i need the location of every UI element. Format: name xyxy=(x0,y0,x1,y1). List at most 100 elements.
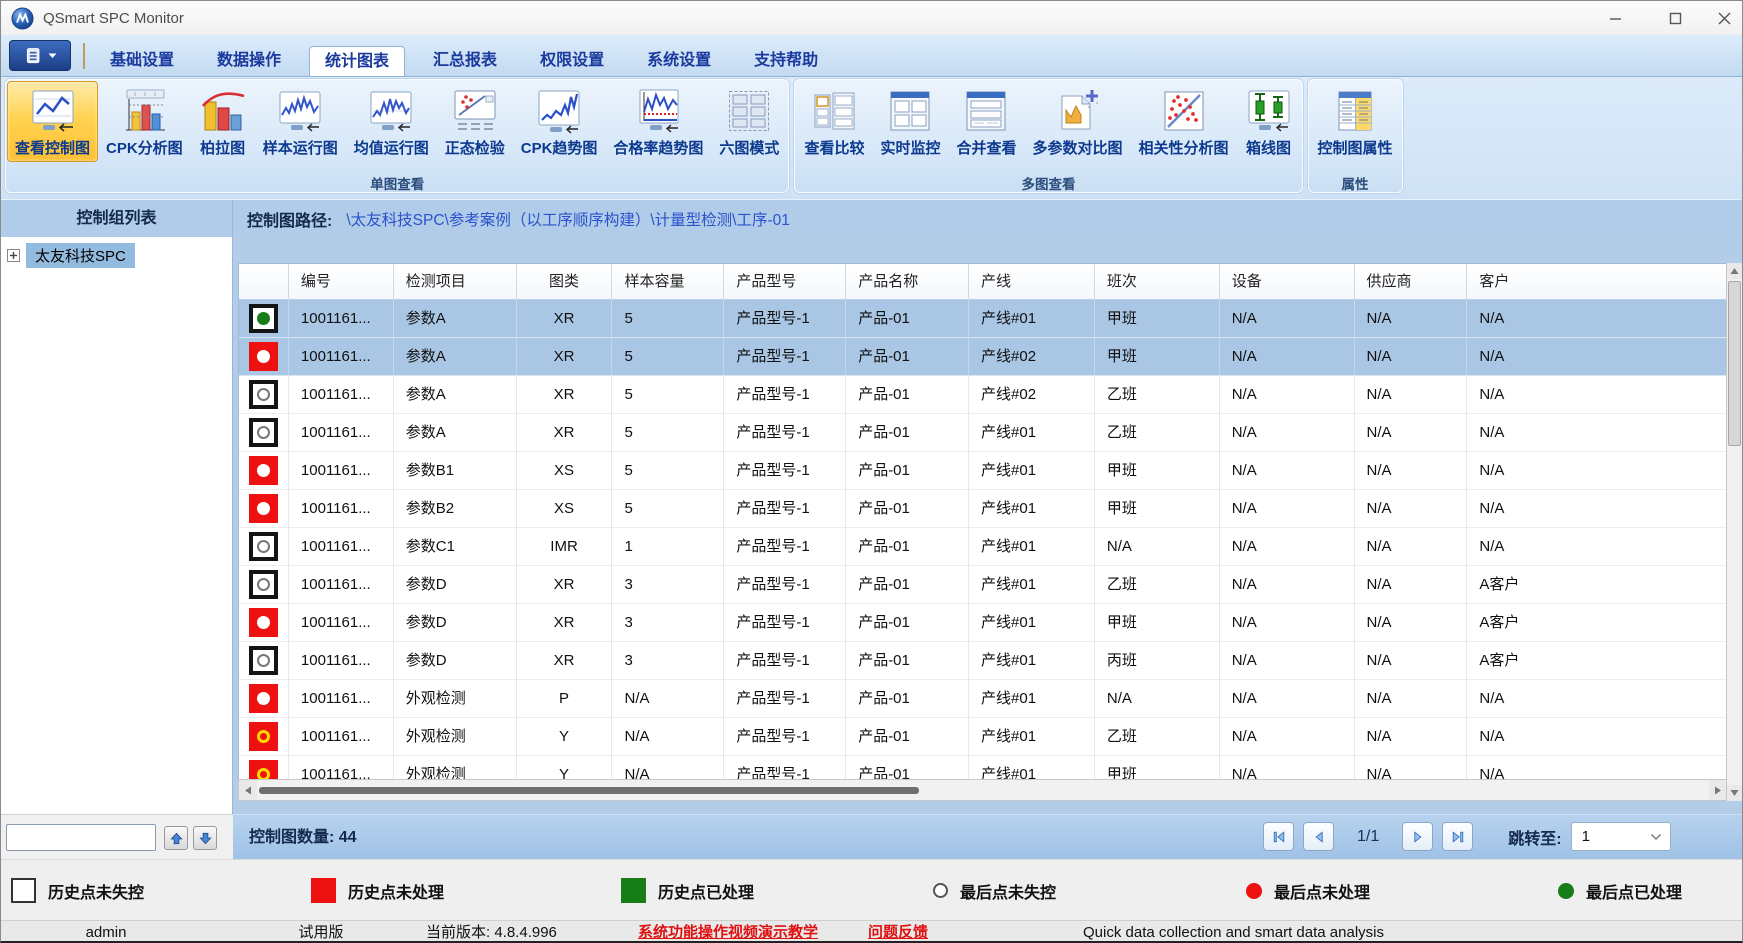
pager-bar: 控制图数量: 44 1/1 跳转至: 1 xyxy=(233,814,1742,859)
table-cell: 1001161... xyxy=(289,756,394,780)
table-cell: N/A xyxy=(1220,376,1355,414)
video-tutorial-link[interactable]: 系统功能操作视频演示教学 xyxy=(638,921,818,943)
column-header[interactable]: 编号 xyxy=(289,264,394,300)
scroll-up-icon[interactable] xyxy=(1727,263,1742,279)
sample-run-chart-icon xyxy=(276,87,324,135)
chart-table: 编号检测项目图类样本容量产品型号产品名称产线班次设备供应商客户 1001161.… xyxy=(238,263,1728,781)
tree-expand-icon[interactable] xyxy=(7,249,20,262)
tree-node-root[interactable]: 太友科技SPC xyxy=(1,237,232,268)
jump-page-select[interactable]: 1 xyxy=(1571,822,1671,851)
ribbon-button[interactable]: CPK分析图 xyxy=(98,81,191,162)
ribbon-button[interactable]: CPK趋势图 xyxy=(513,81,606,162)
table-row[interactable]: 1001161...参数B2XS5产品型号-1产品-01产线#01甲班N/AN/… xyxy=(239,490,1727,528)
minimize-button[interactable] xyxy=(1591,1,1639,35)
menu-tab[interactable]: 系统设置 xyxy=(632,46,726,76)
table-row[interactable]: 1001161...参数DXR3产品型号-1产品-01产线#01乙班N/AN/A… xyxy=(239,566,1727,604)
realtime-monitor-icon xyxy=(886,87,934,135)
table-row[interactable]: 1001161...外观检测YN/A产品型号-1产品-01产线#01甲班N/AN… xyxy=(239,756,1727,780)
column-header[interactable]: 班次 xyxy=(1095,264,1220,300)
table-cell: 3 xyxy=(612,642,724,680)
table-cell: 3 xyxy=(612,566,724,604)
table-row[interactable]: 1001161...外观检测YN/A产品型号-1产品-01产线#01乙班N/AN… xyxy=(239,718,1727,756)
ribbon-button[interactable]: 六图模式 xyxy=(711,81,787,162)
menu-tab[interactable]: 权限设置 xyxy=(525,46,619,76)
scroll-down-icon[interactable] xyxy=(1727,785,1742,801)
table-row[interactable]: 1001161...参数C1IMR1产品型号-1产品-01产线#01N/AN/A… xyxy=(239,528,1727,566)
ribbon-button[interactable]: 相关性分析图 xyxy=(1131,81,1237,162)
ribbon-button[interactable]: 正态检验 xyxy=(437,81,513,162)
table-cell: 外观检测 xyxy=(394,680,517,718)
ribbon-button[interactable]: 柏拉图 xyxy=(191,81,255,162)
column-header[interactable]: 样本容量 xyxy=(612,264,724,300)
column-header[interactable]: 产线 xyxy=(969,264,1095,300)
edition-label: 试用版 xyxy=(271,921,371,943)
table-cell: 1001161... xyxy=(289,338,394,376)
table-row[interactable]: 1001161...外观检测PN/A产品型号-1产品-01产线#01N/AN/A… xyxy=(239,680,1727,718)
feedback-link[interactable]: 问题反馈 xyxy=(868,921,928,943)
column-header[interactable]: 产品型号 xyxy=(724,264,846,300)
column-header[interactable]: 设备 xyxy=(1220,264,1355,300)
table-row[interactable]: 1001161...参数AXR5产品型号-1产品-01产线#01乙班N/AN/A… xyxy=(239,414,1727,452)
ribbon-group: 查看比较实时监控合并查看多参数对比图相关性分析图箱线图多图查看 xyxy=(794,79,1302,193)
next-page-button[interactable] xyxy=(1402,822,1433,851)
table-cell: N/A xyxy=(1467,414,1727,452)
vertical-scrollbar[interactable] xyxy=(1726,263,1742,801)
scroll-left-icon[interactable] xyxy=(239,780,257,800)
table-cell: 甲班 xyxy=(1095,490,1220,528)
table-cell: 产品型号-1 xyxy=(724,338,846,376)
table-cell: 产线#01 xyxy=(969,756,1095,780)
table-cell: 产线#01 xyxy=(969,566,1095,604)
ribbon-button[interactable]: 箱线图 xyxy=(1237,81,1301,162)
scroll-right-icon[interactable] xyxy=(1709,780,1727,800)
prev-page-button[interactable] xyxy=(1303,822,1334,851)
table-row[interactable]: 1001161...参数AXR5产品型号-1产品-01产线#01甲班N/AN/A… xyxy=(239,300,1727,338)
ribbon-button[interactable]: 均值运行图 xyxy=(346,81,437,162)
chart-count-label: 控制图数量: 44 xyxy=(249,815,357,860)
menu-tab[interactable]: 基础设置 xyxy=(95,46,189,76)
table-cell: 产品-01 xyxy=(846,414,969,452)
table-row[interactable]: 1001161...参数AXR5产品型号-1产品-01产线#02乙班N/AN/A… xyxy=(239,376,1727,414)
menu-tab[interactable]: 数据操作 xyxy=(202,46,296,76)
column-header[interactable]: 图类 xyxy=(517,264,613,300)
move-down-button[interactable] xyxy=(193,826,217,850)
table-row[interactable]: 1001161...参数DXR3产品型号-1产品-01产线#01丙班N/AN/A… xyxy=(239,642,1727,680)
column-header[interactable]: 客户 xyxy=(1467,264,1727,300)
ribbon-button[interactable]: 查看控制图 xyxy=(7,81,98,162)
table-row[interactable]: 1001161...参数B1XS5产品型号-1产品-01产线#01甲班N/AN/… xyxy=(239,452,1727,490)
tree-node-label[interactable]: 太友科技SPC xyxy=(26,243,135,268)
close-button[interactable] xyxy=(1705,1,1743,35)
table-cell: 1001161... xyxy=(289,414,394,452)
column-header[interactable]: 产品名称 xyxy=(846,264,969,300)
horizontal-scroll-thumb[interactable] xyxy=(259,787,919,794)
ribbon-button[interactable]: 多参数对比图 xyxy=(1024,81,1130,162)
table-cell: 产品型号-1 xyxy=(724,642,846,680)
last-page-button[interactable] xyxy=(1442,822,1473,851)
column-header[interactable]: 检测项目 xyxy=(394,264,517,300)
move-up-button[interactable] xyxy=(164,826,188,850)
tree-filter-input[interactable] xyxy=(6,824,156,851)
menu-tab[interactable]: 统计图表 xyxy=(309,46,405,76)
ribbon-button[interactable]: 查看比较 xyxy=(796,81,872,162)
ribbon-button[interactable]: 实时监控 xyxy=(872,81,948,162)
horizontal-scrollbar[interactable] xyxy=(238,779,1728,801)
table-cell: 5 xyxy=(612,338,724,376)
menu-tab[interactable]: 汇总报表 xyxy=(418,46,512,76)
maximize-button[interactable] xyxy=(1651,1,1699,35)
table-row[interactable]: 1001161...参数DXR3产品型号-1产品-01产线#01甲班N/AN/A… xyxy=(239,604,1727,642)
vertical-scroll-thumb[interactable] xyxy=(1728,281,1741,446)
ribbon-button[interactable]: 合格率趋势图 xyxy=(605,81,711,162)
app-menu-button[interactable] xyxy=(9,40,71,71)
table-cell: 产品型号-1 xyxy=(724,718,846,756)
column-header[interactable]: 供应商 xyxy=(1355,264,1468,300)
ribbon-button[interactable]: 样本运行图 xyxy=(255,81,346,162)
table-cell: XR xyxy=(517,300,613,338)
column-header[interactable] xyxy=(239,264,289,300)
ribbon-button[interactable]: 控制图属性 xyxy=(1310,81,1401,162)
first-page-button[interactable] xyxy=(1263,822,1294,851)
ribbon-button[interactable]: 合并查看 xyxy=(948,81,1024,162)
table-cell: 产品型号-1 xyxy=(724,490,846,528)
menu-tab[interactable]: 支持帮助 xyxy=(739,46,833,76)
table-row[interactable]: 1001161...参数AXR5产品型号-1产品-01产线#02甲班N/AN/A… xyxy=(239,338,1727,376)
square-white-icon xyxy=(11,878,36,903)
legend-item: 最后点未处理 xyxy=(1246,860,1370,921)
